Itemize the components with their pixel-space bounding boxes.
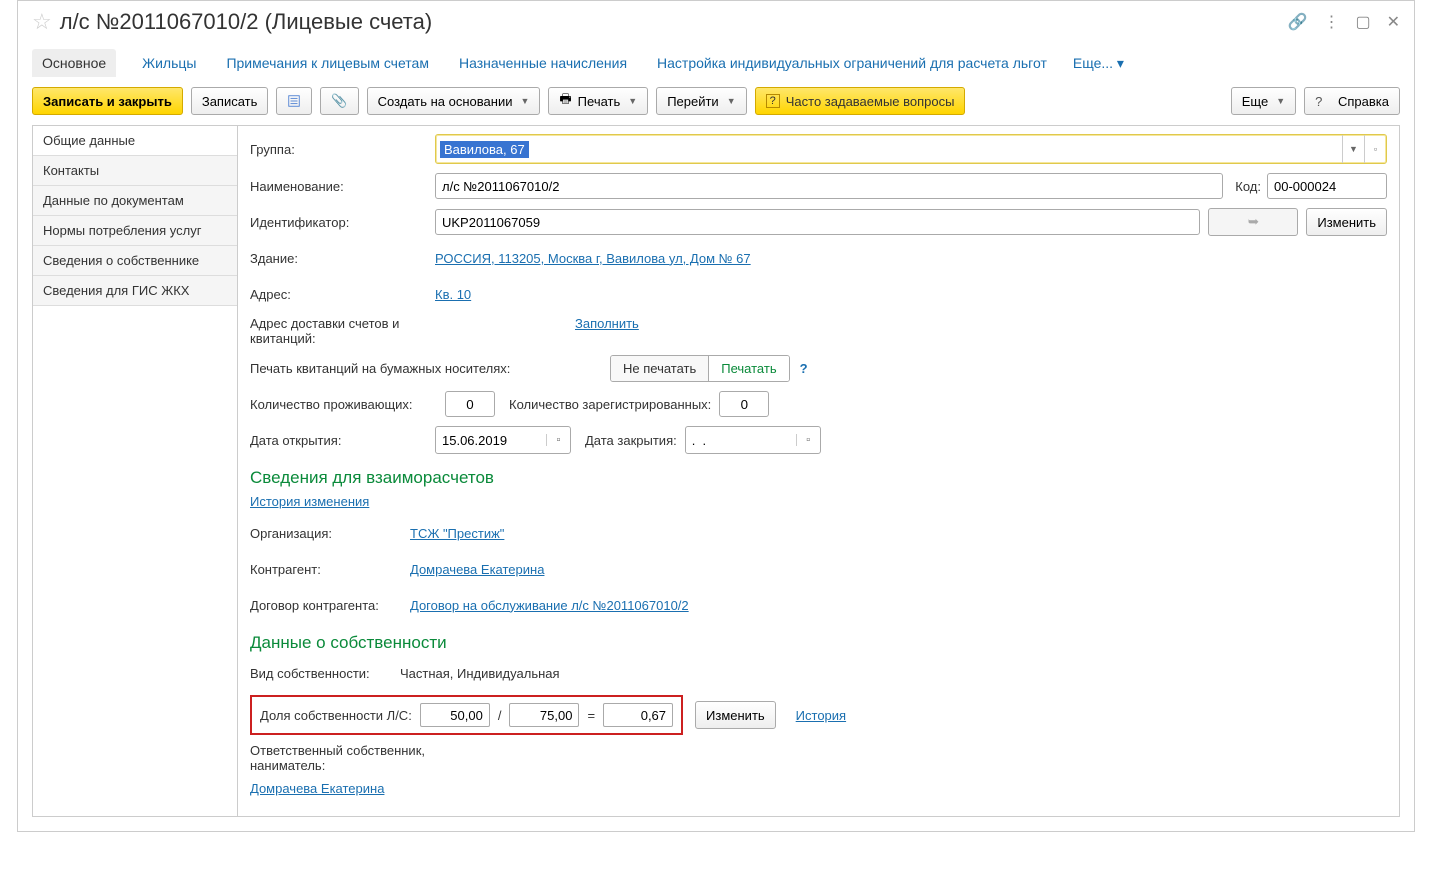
group-input[interactable]: Вавилова, 67 ▼ ▫: [435, 134, 1387, 164]
print-button[interactable]: 🖶Печать▼: [548, 87, 648, 115]
contract-link[interactable]: Договор на обслуживание л/с №2011067010/…: [410, 598, 689, 613]
sidebar: Общие данные Контакты Данные по документ…: [33, 126, 238, 816]
group-label: Группа:: [250, 142, 435, 157]
nav-tab-notes[interactable]: Примечания к лицевым счетам: [222, 49, 433, 77]
nav-tab-charges[interactable]: Назначенные начисления: [455, 49, 631, 77]
organization-link[interactable]: ТСЖ "Престиж": [410, 526, 504, 541]
identifier-arrow-button[interactable]: ➥: [1208, 208, 1298, 236]
calendar-icon[interactable]: ▫: [546, 434, 570, 446]
sidebar-item-gis[interactable]: Сведения для ГИС ЖКХ: [33, 276, 237, 306]
share-denominator-input[interactable]: [509, 703, 579, 727]
contract-label: Договор контрагента:: [250, 598, 410, 613]
residents-input[interactable]: [445, 391, 495, 417]
open-date-input[interactable]: ▫: [435, 426, 571, 454]
ownership-type-value: Частная, Индивидуальная: [400, 666, 560, 681]
chevron-down-icon[interactable]: ▼: [1342, 135, 1364, 163]
share-result-input[interactable]: [603, 703, 673, 727]
delivery-label: Адрес доставки счетов и квитанций:: [250, 316, 435, 346]
counterparty-label: Контрагент:: [250, 562, 410, 577]
change-history-link[interactable]: История изменения: [250, 494, 369, 509]
name-label: Наименование:: [250, 179, 435, 194]
link-icon[interactable]: 🔗: [1288, 12, 1308, 32]
share-edit-button[interactable]: Изменить: [695, 701, 776, 729]
settlements-section-header: Сведения для взаиморасчетов: [250, 468, 1387, 488]
nav-tab-main[interactable]: Основное: [32, 49, 116, 77]
maximize-icon[interactable]: ▢: [1355, 12, 1370, 32]
share-history-link[interactable]: История: [796, 708, 846, 723]
sidebar-item-contacts[interactable]: Контакты: [33, 156, 237, 186]
identifier-edit-button[interactable]: Изменить: [1306, 208, 1387, 236]
sidebar-item-general[interactable]: Общие данные: [33, 126, 237, 156]
save-close-button[interactable]: Записать и закрыть: [32, 87, 183, 115]
open-dialog-icon[interactable]: ▫: [1364, 135, 1386, 163]
building-link[interactable]: РОССИЯ, 113205, Москва г, Вавилова ул, Д…: [435, 251, 751, 266]
print-on-option[interactable]: Печатать: [708, 356, 788, 381]
more-button[interactable]: Еще▼: [1231, 87, 1296, 115]
address-label: Адрес:: [250, 287, 435, 302]
print-toggle: Не печатать Печатать: [610, 355, 790, 382]
building-label: Здание:: [250, 251, 435, 266]
residents-label: Количество проживающих:: [250, 397, 445, 412]
favorite-star-icon[interactable]: ☆: [32, 9, 52, 35]
responsible-link[interactable]: Домрачева Екатерина: [250, 781, 384, 796]
question-icon: ?: [766, 94, 780, 108]
calendar-icon[interactable]: ▫: [796, 434, 820, 446]
nav-tab-tenants[interactable]: Жильцы: [138, 49, 200, 77]
delivery-fill-link[interactable]: Заполнить: [575, 316, 639, 331]
printer-icon: 🖶: [559, 90, 571, 112]
sidebar-item-documents[interactable]: Данные по документам: [33, 186, 237, 216]
sidebar-item-norms[interactable]: Нормы потребления услуг: [33, 216, 237, 246]
share-numerator-input[interactable]: [420, 703, 490, 727]
arrow-right-icon: ➥: [1248, 214, 1259, 229]
nav-tab-limits[interactable]: Настройка индивидуальных ограничений для…: [653, 49, 1051, 77]
close-icon[interactable]: ✕: [1387, 12, 1400, 32]
faq-button[interactable]: ?Часто задаваемые вопросы: [755, 87, 966, 115]
identifier-input[interactable]: [435, 209, 1200, 235]
print-off-option[interactable]: Не печатать: [611, 356, 708, 381]
ownership-share-box: Доля собственности Л/С: / =: [250, 695, 683, 735]
group-value: Вавилова, 67: [440, 141, 529, 158]
registered-input[interactable]: [719, 391, 769, 417]
registered-label: Количество зарегистрированных:: [509, 397, 711, 412]
share-label: Доля собственности Л/С:: [260, 708, 412, 723]
sidebar-item-owner[interactable]: Сведения о собственнике: [33, 246, 237, 276]
create-based-button[interactable]: Создать на основании▼: [367, 87, 541, 115]
ownership-section-header: Данные о собственности: [250, 633, 1387, 653]
code-input[interactable]: [1267, 173, 1387, 199]
counterparty-link[interactable]: Домрачева Екатерина: [410, 562, 544, 577]
address-link[interactable]: Кв. 10: [435, 287, 471, 302]
help-question-icon[interactable]: ?: [800, 361, 808, 376]
attach-icon-button[interactable]: 📎: [320, 87, 358, 115]
print-media-label: Печать квитанций на бумажных носителях:: [250, 361, 610, 376]
close-date-label: Дата закрытия:: [585, 433, 677, 448]
save-button[interactable]: Записать: [191, 87, 269, 115]
code-label: Код:: [1235, 179, 1261, 194]
paperclip-icon: 📎: [331, 93, 347, 109]
help-button[interactable]: ? Справка: [1304, 87, 1400, 115]
ownership-type-label: Вид собственности:: [250, 666, 400, 681]
organization-label: Организация:: [250, 526, 410, 541]
name-input[interactable]: [435, 173, 1223, 199]
kebab-menu-icon[interactable]: ⋮: [1323, 12, 1339, 32]
open-date-label: Дата открытия:: [250, 433, 435, 448]
list-icon-button[interactable]: [276, 87, 312, 115]
nav-more[interactable]: Еще... ▾: [1073, 55, 1124, 72]
window-title: л/с №2011067010/2 (Лицевые счета): [60, 9, 1288, 35]
identifier-label: Идентификатор:: [250, 215, 435, 230]
close-date-input[interactable]: ▫: [685, 426, 821, 454]
responsible-label: Ответственный собственник, наниматель:: [250, 743, 470, 773]
goto-button[interactable]: Перейти▼: [656, 87, 746, 115]
